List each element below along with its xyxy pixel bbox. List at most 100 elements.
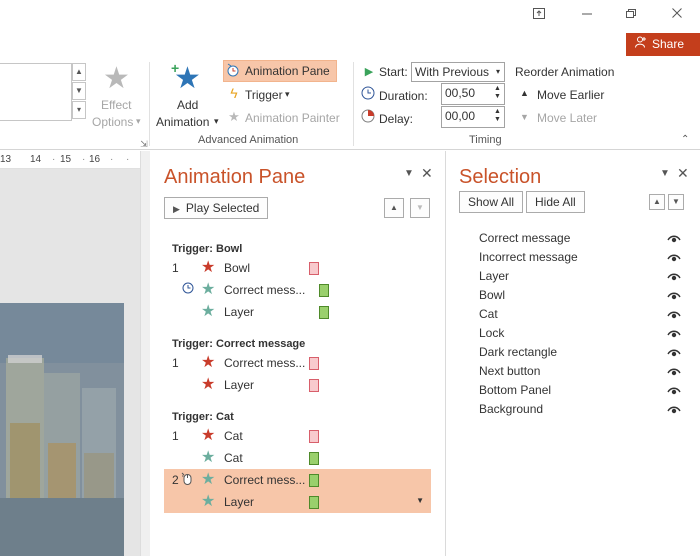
bring-forward-button[interactable]: ▲ [649, 194, 665, 210]
share-button[interactable]: Share [626, 33, 700, 56]
selection-item-label[interactable]: Dark rectangle [479, 345, 557, 359]
selection-item-label[interactable]: Layer [479, 269, 509, 283]
pane-options-icon[interactable]: ▼ [404, 168, 414, 179]
visibility-eye-icon[interactable] [667, 233, 681, 247]
play-icon: ▶ [173, 204, 180, 214]
animation-row-selected[interactable]: 2 ★ Correct mess... [164, 469, 431, 491]
send-backward-button[interactable]: ▼ [668, 194, 684, 210]
hide-all-button[interactable]: Hide All [526, 191, 585, 213]
visibility-eye-icon[interactable] [667, 290, 681, 304]
animation-label: Layer [224, 378, 255, 392]
animation-row[interactable]: ★ Correct mess... [164, 279, 431, 301]
animation-gallery[interactable] [0, 63, 72, 121]
duration-clock-icon [360, 86, 376, 102]
timeline-bar[interactable] [319, 284, 329, 297]
selection-item-label[interactable]: Bowl [479, 288, 505, 302]
trigger-heading: Trigger: Bowl [172, 243, 243, 255]
horizontal-ruler: 13 · 14 · 15 · 16 · · [0, 151, 140, 169]
ruler-dot: · [8, 154, 12, 165]
selection-pane-title: Selection [459, 166, 542, 188]
ruler-tick: 14 [30, 154, 42, 165]
close-window-icon[interactable] [666, 6, 688, 24]
animation-row[interactable]: ★ Layer [164, 301, 431, 323]
delay-value: 00,00 [445, 109, 476, 123]
selection-item-label[interactable]: Cat [479, 307, 498, 321]
gallery-scroll-up[interactable]: ▲ [72, 63, 86, 81]
start-select-value: With Previous [415, 65, 490, 79]
move-down-button[interactable]: ▼ [410, 198, 430, 218]
visibility-eye-icon[interactable] [667, 309, 681, 323]
animation-row[interactable]: ★ Cat [164, 447, 431, 469]
timeline-bar[interactable] [309, 357, 319, 370]
selection-item-label[interactable]: Bottom Panel [479, 383, 551, 397]
restore-icon[interactable] [620, 6, 642, 24]
gallery-scroll-down[interactable]: ▼ [72, 82, 86, 100]
show-all-button[interactable]: Show All [459, 191, 524, 213]
start-play-icon: ▶ [364, 66, 374, 78]
chevron-down-icon: ▾ [495, 67, 500, 76]
duration-spinner[interactable]: 00,50 ▲ ▼ [441, 83, 505, 105]
timeline-bar[interactable] [309, 474, 319, 487]
animation-row-selected[interactable]: ★ Layer ▼ [164, 491, 431, 513]
emphasis-star-icon: ★ [201, 259, 216, 276]
trigger-label: Trigger [245, 88, 283, 102]
add-animation-label-2: Animation [156, 115, 210, 129]
gallery-more[interactable]: ▾ [72, 101, 86, 119]
with-previous-clock-icon [182, 282, 194, 297]
slide-image [0, 303, 124, 556]
selection-item-label[interactable]: Incorrect message [479, 250, 578, 264]
timeline-bar[interactable] [309, 262, 319, 275]
duration-label: Duration: [379, 89, 428, 103]
entrance-star-icon: ★ [201, 281, 216, 298]
spinner-arrows-icon[interactable]: ▲ ▼ [494, 108, 502, 124]
visibility-eye-icon[interactable] [667, 404, 681, 418]
visibility-eye-icon[interactable] [667, 252, 681, 266]
start-select[interactable]: With Previous ▾ [411, 62, 505, 82]
visibility-eye-icon[interactable] [667, 328, 681, 342]
advanced-animation-group-label: Advanced Animation [198, 134, 299, 146]
ruler-dot: · [126, 154, 130, 165]
visibility-eye-icon[interactable] [667, 385, 681, 399]
delay-spinner[interactable]: 00,00 ▲ ▼ [441, 106, 505, 128]
delay-label: Delay: [379, 112, 414, 126]
animation-order: 1 [172, 356, 179, 370]
timeline-bar[interactable] [309, 496, 319, 509]
animation-pane-icon [225, 63, 241, 79]
animation-label: Layer [224, 495, 255, 509]
effect-options-star-icon: ★ [103, 62, 130, 95]
visibility-eye-icon[interactable] [667, 366, 681, 380]
triangle-down-icon: ▼ [520, 112, 529, 122]
trigger-caret: ▾ [285, 89, 290, 99]
close-icon[interactable]: ✕ [421, 165, 433, 182]
selection-item-label[interactable]: Correct message [479, 231, 570, 245]
close-icon[interactable]: ✕ [677, 165, 689, 182]
timeline-bar[interactable] [309, 379, 319, 392]
timeline-bar[interactable] [309, 430, 319, 443]
move-up-button[interactable]: ▲ [384, 198, 404, 218]
minimize-icon[interactable] [576, 6, 598, 24]
animation-row[interactable]: ★ Layer [164, 374, 431, 396]
selection-item-label[interactable]: Background [479, 402, 543, 416]
emphasis-star-icon: ★ [201, 427, 216, 444]
timeline-bar[interactable] [309, 452, 319, 465]
animation-label: Cat [224, 429, 243, 443]
animation-row[interactable]: 1 ★ Bowl [164, 257, 431, 279]
collapse-ribbon-icon[interactable]: ⌃ [681, 134, 689, 145]
visibility-eye-icon[interactable] [667, 271, 681, 285]
animation-row[interactable]: 1 ★ Correct mess... [164, 352, 431, 374]
pane-options-icon[interactable]: ▼ [660, 168, 670, 179]
spinner-arrows-icon[interactable]: ▲ ▼ [494, 85, 502, 101]
separator [149, 62, 150, 146]
chevron-down-icon[interactable]: ▼ [416, 496, 424, 505]
ribbon-display-options-icon[interactable] [528, 6, 550, 24]
selection-item-label[interactable]: Lock [479, 326, 504, 340]
ribbon: ▲ ▼ ▾ ★ Effect Options ▾ ⇲ ★ + Add Anima… [0, 56, 700, 150]
person-add-icon [634, 33, 648, 56]
animation-row[interactable]: 1 ★ Cat [164, 425, 431, 447]
timeline-bar[interactable] [319, 306, 329, 319]
animation-pane-title: Animation Pane [164, 166, 306, 188]
visibility-eye-icon[interactable] [667, 347, 681, 361]
selection-item-label[interactable]: Next button [479, 364, 540, 378]
play-selected-button[interactable]: ▶ Play Selected [164, 197, 269, 219]
vertical-scrollbar[interactable] [140, 151, 150, 556]
